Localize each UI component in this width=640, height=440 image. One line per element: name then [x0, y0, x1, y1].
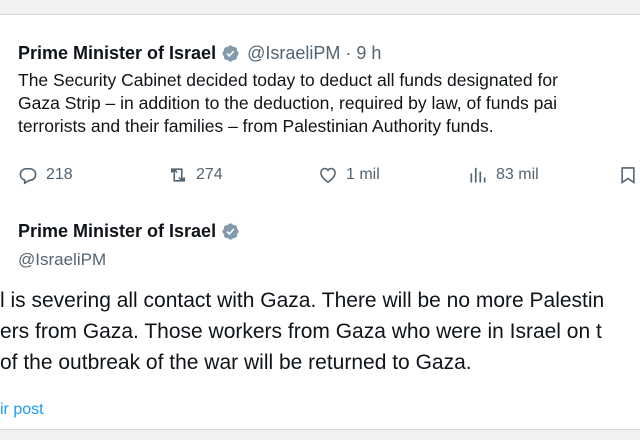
- tweet-card: Prime Minister of Israel @IsraeliPM · 9 …: [0, 14, 640, 430]
- tweet-2-line: l is severing all contact with Gaza. The…: [0, 289, 605, 312]
- author-handle[interactable]: @IsraeliPM: [18, 250, 247, 270]
- tweet-2-line: ers from Gaza. Those workers from Gaza w…: [0, 320, 602, 343]
- heart-icon: [320, 167, 336, 184]
- tweet-2: Prime Minister of Israel @IsraeliPM: [18, 219, 247, 270]
- verified-badge-icon: [222, 44, 239, 62]
- like-count: 1 mil: [346, 166, 380, 183]
- separator-dot: ·: [345, 42, 352, 63]
- tweet-1-header: Prime Minister of Israel @IsraeliPM · 9 …: [18, 41, 640, 65]
- tweet-1: Prime Minister of Israel @IsraeliPM · 9 …: [18, 41, 640, 138]
- repost-count: 274: [196, 166, 223, 183]
- tweet-2-header: Prime Minister of Israel: [18, 219, 247, 243]
- tweet-1-line: terrorists and their families – from Pal…: [18, 116, 494, 136]
- reply-button[interactable]: 218: [18, 165, 73, 185]
- like-button[interactable]: 1 mil: [318, 165, 380, 185]
- reply-count: 218: [46, 166, 73, 183]
- views-count: 83 mil: [496, 166, 539, 183]
- repost-button[interactable]: 274: [168, 165, 223, 185]
- bookmark-button[interactable]: [618, 165, 638, 185]
- views-icon: [470, 167, 486, 183]
- tweet-1-line: The Security Cabinet decided today to de…: [18, 70, 558, 90]
- view-post-link[interactable]: ir post: [0, 401, 44, 419]
- author-name[interactable]: Prime Minister of Israel: [18, 221, 216, 242]
- tweet-1-line: Gaza Strip – in addition to the deductio…: [18, 93, 557, 113]
- views-button[interactable]: 83 mil: [468, 165, 539, 185]
- verified-badge-icon: [222, 222, 239, 240]
- tweet-1-text: The Security Cabinet decided today to de…: [18, 69, 640, 138]
- bookmark-icon: [621, 167, 635, 185]
- tweet-2-line: of the outbreak of the war will be retur…: [0, 351, 472, 374]
- tweet-1-actions: 218 274 1 mil 83 mil: [18, 165, 640, 191]
- author-name[interactable]: Prime Minister of Israel: [18, 43, 216, 64]
- repost-icon: [170, 168, 186, 182]
- reply-icon: [19, 167, 37, 185]
- timestamp[interactable]: 9 h: [356, 43, 381, 64]
- author-handle[interactable]: @IsraeliPM: [247, 43, 340, 64]
